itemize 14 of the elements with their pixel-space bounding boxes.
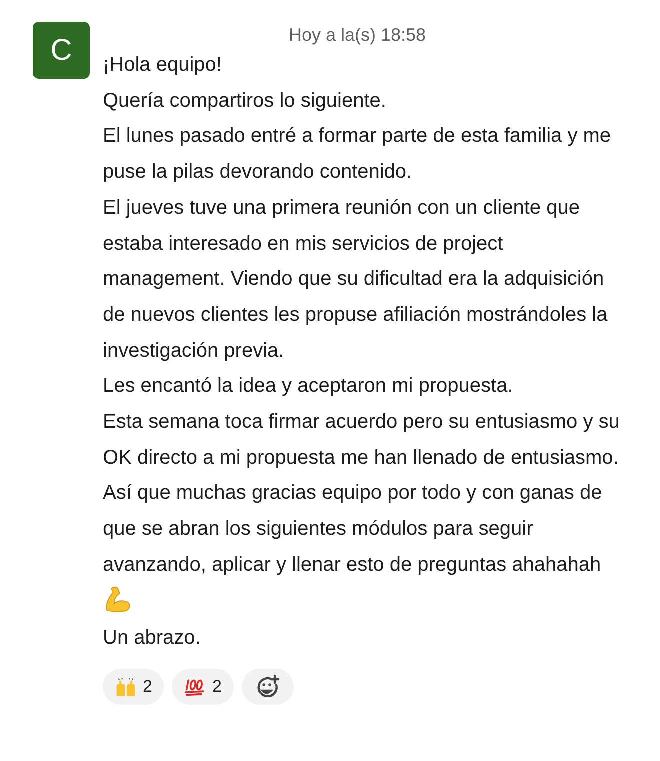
add-reaction-icon	[254, 674, 281, 700]
avatar[interactable]: C	[33, 22, 90, 79]
message-text: Así que muchas gracias equipo por todo y con ganas de que se abran los siguientes módulos para seguir avanzando, aplicar y llenar esto de preguntas ahahahah	[103, 482, 602, 576]
message-text: Esta semana toca firmar acuerdo pero su entusiasmo y su OK directo a mi propuesta me han llenado de entusiasmo.	[103, 411, 620, 469]
message-text: Les encantó la idea y aceptaron mi propuesta.	[103, 375, 514, 398]
message-timestamp[interactable]: Hoy a la(s) 18:58	[289, 24, 426, 46]
message-text: El jueves tuve una primera reunión con un cliente que estaba interesado en mis servicios de project management. Viendo que su dificultad era la adquisición de nuevos clientes les propuse afiliación mostrándoles la investigación previa.	[103, 196, 608, 362]
message-text: ¡Hola equipo!	[103, 54, 222, 76]
message-text: Quería compartiros lo siguiente.	[103, 90, 386, 112]
message-text: El lunes pasado entré a formar parte de esta familia y me puse la pilas devorando contenido.	[103, 125, 612, 184]
add-reaction-button[interactable]	[242, 668, 294, 705]
reaction-button[interactable]: 2	[172, 668, 234, 705]
reaction-button[interactable]: 2	[103, 668, 164, 705]
message-text: Un abrazo.	[103, 627, 201, 650]
